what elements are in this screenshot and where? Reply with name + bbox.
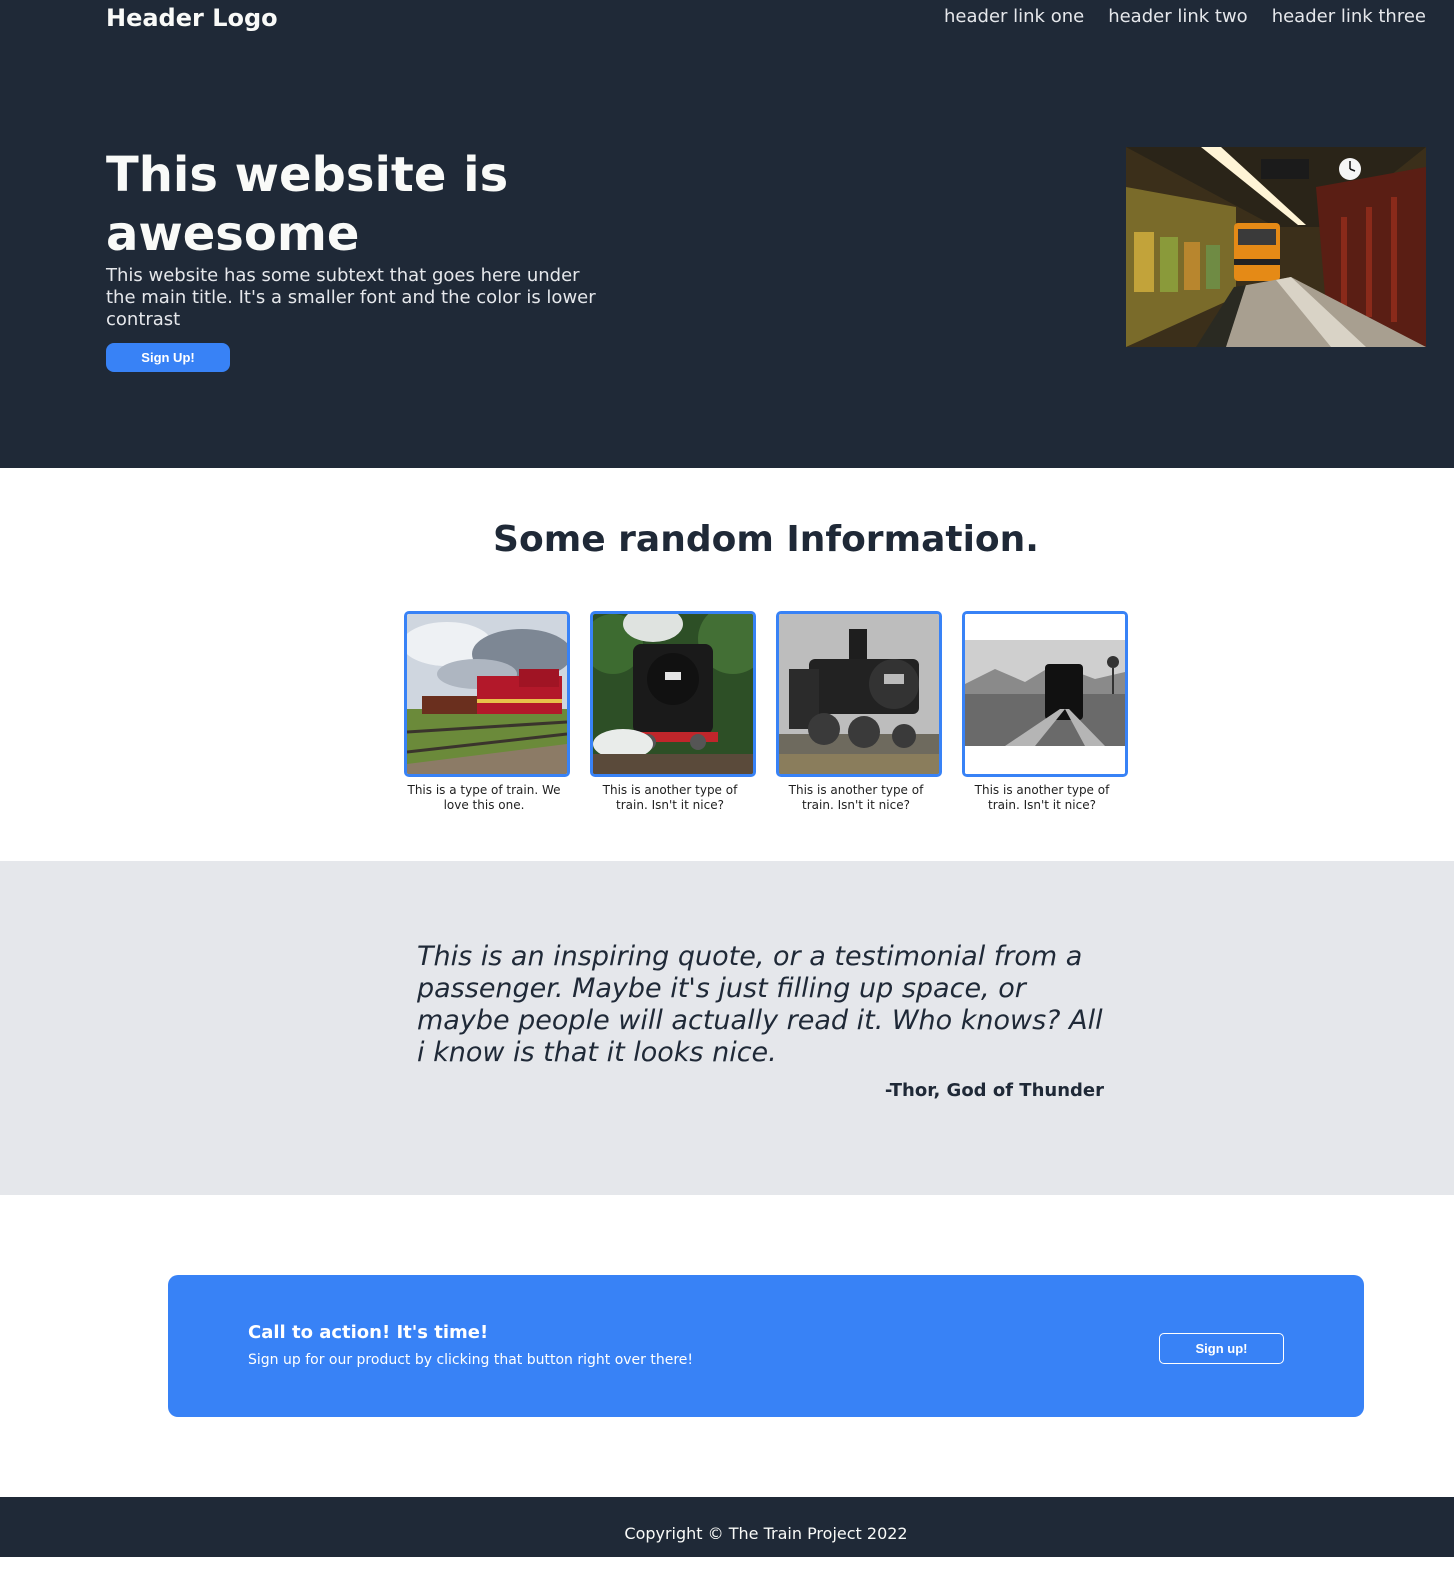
hero-section: Header Logo header link one header link … <box>0 0 1454 468</box>
header-link-one[interactable]: header link one <box>944 0 1084 34</box>
hero-text: This website is awesome This website has… <box>106 146 606 372</box>
card-caption: This is a type of train. We love this on… <box>407 783 561 812</box>
quote-text: This is an inspiring quote, or a testimo… <box>417 941 1103 1068</box>
cta-subtext: Sign up for our product by clicking that… <box>248 1352 694 1368</box>
card-image-red-diesel <box>404 611 570 777</box>
header-link-three[interactable]: header link three <box>1272 0 1426 34</box>
info-card: This is another type of train. Isn't it … <box>776 611 942 813</box>
quote-author: -Thor, God of Thunder <box>884 1080 1104 1101</box>
card-caption: This is another type of train. Isn't it … <box>788 783 924 812</box>
footer: Copyright © The Train Project 2022 <box>0 1497 1454 1557</box>
cta-signup-button[interactable]: Sign up! <box>1159 1333 1284 1364</box>
info-card: This is a type of train. We love this on… <box>404 611 570 813</box>
info-card: This is another type of train. Isn't it … <box>962 611 1128 813</box>
header-logo[interactable]: Header Logo <box>106 0 278 36</box>
card-caption: This is another type of train. Isn't it … <box>974 783 1110 812</box>
hero-subtext: This website has some subtext that goes … <box>106 265 596 330</box>
info-card: This is another type of train. Isn't it … <box>590 611 756 813</box>
quote-section: This is an inspiring quote, or a testimo… <box>0 861 1454 1195</box>
hero-signup-button[interactable]: Sign Up! <box>106 343 230 372</box>
hero-title: This website is awesome <box>106 147 509 262</box>
card-image-steam-locomotive <box>590 611 756 777</box>
card-image-bw-silhouette <box>962 611 1128 777</box>
footer-copyright: Copyright © The Train Project 2022 <box>624 1524 908 1543</box>
cta-title: Call to action! It's time! <box>248 1322 489 1343</box>
cta-section: Call to action! It's time! Sign up for o… <box>168 1275 1364 1417</box>
header-link-two[interactable]: header link two <box>1108 0 1247 34</box>
info-title: Some random Information. <box>493 519 1039 560</box>
info-cards: This is a type of train. We love this on… <box>404 611 1128 813</box>
header-nav: Header Logo header link one header link … <box>106 0 1426 36</box>
card-image-bw-locomotive <box>776 611 942 777</box>
header-links: header link one header link two header l… <box>944 0 1426 34</box>
hero-subway-image <box>1126 147 1426 347</box>
card-caption: This is another type of train. Isn't it … <box>602 783 738 812</box>
